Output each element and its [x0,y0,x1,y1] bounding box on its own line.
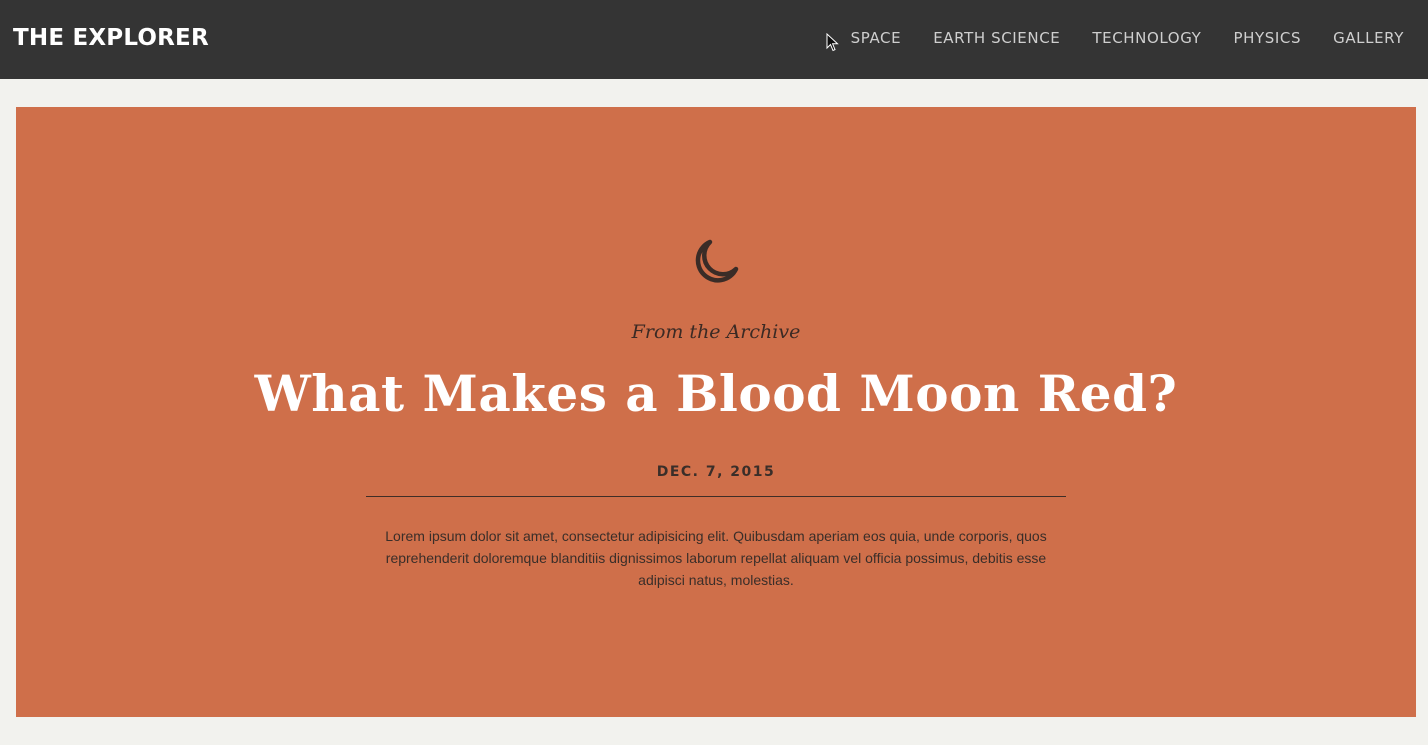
mouse-cursor-icon [826,33,839,52]
site-logo[interactable]: THE EXPLORER [13,24,209,52]
article-excerpt: Lorem ipsum dolor sit amet, consectetur … [385,528,1047,588]
article-title[interactable]: What Makes a Blood Moon Red? [16,361,1416,427]
moon-icon [695,239,739,283]
nav-item-physics[interactable]: PHYSICS [1233,27,1301,49]
main-nav: SPACE EARTH SCIENCE TECHNOLOGY PHYSICS G… [851,27,1404,49]
article-kicker: From the Archive [631,321,801,343]
nav-item-gallery[interactable]: GALLERY [1333,27,1404,49]
featured-article-hero[interactable]: From the Archive What Makes a Blood Moon… [16,107,1416,717]
divider [366,496,1066,497]
nav-item-technology[interactable]: TECHNOLOGY [1092,27,1201,49]
nav-item-earth-science[interactable]: EARTH SCIENCE [933,27,1060,49]
nav-item-space[interactable]: SPACE [851,27,902,49]
article-date: DEC. 7, 2015 [656,464,776,480]
top-navigation-bar: THE EXPLORER SPACE EARTH SCIENCE TECHNOL… [0,0,1428,79]
